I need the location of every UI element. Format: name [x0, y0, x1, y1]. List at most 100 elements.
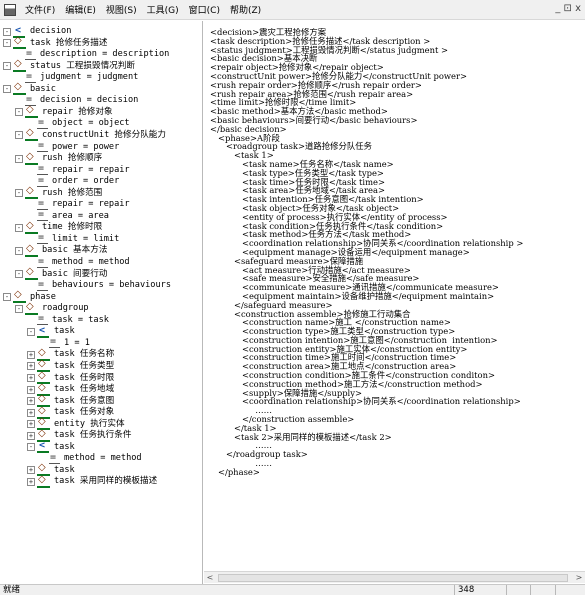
status-text: 就绪	[3, 585, 21, 595]
xml-line[interactable]: ……	[210, 459, 582, 468]
tree-node[interactable]: - basic 间要行动	[15, 266, 108, 281]
element-icon	[37, 428, 51, 442]
xml-text-view[interactable]: <decision>震灾工程抢修方案 <task description>抢修任务…	[204, 21, 585, 584]
menu-file[interactable]: 文件(F)	[20, 3, 60, 16]
tree-node-label: rush 抢修顺序	[42, 153, 103, 164]
xml-tree-view[interactable]: - decision - task 抢修任务描述description = descr…	[0, 21, 203, 584]
tree-node-label: task 抢修任务描述	[30, 37, 108, 48]
tree-node[interactable]: method = method	[39, 452, 142, 464]
tree-node[interactable]: - task 抢修任务描述	[3, 35, 108, 50]
scroll-right-arrow-icon[interactable]: >	[573, 572, 585, 584]
collapse-icon[interactable]: -	[3, 39, 11, 48]
tree-node[interactable]: - time 抢修时限	[15, 220, 102, 234]
tree-node[interactable]: power = power	[27, 140, 119, 153]
horizontal-scrollbar[interactable]: < >	[204, 571, 585, 583]
attribute-icon	[37, 279, 49, 291]
collapse-icon[interactable]: -	[15, 270, 23, 279]
collapse-icon[interactable]: -	[3, 85, 11, 94]
attribute-icon	[37, 117, 49, 129]
collapse-icon[interactable]: -	[15, 246, 23, 255]
tree-node-label: basic	[30, 83, 56, 94]
tree-node-label: method = method	[64, 453, 142, 464]
collapse-icon[interactable]: -	[15, 223, 23, 232]
xml-line[interactable]: </phase>	[210, 468, 582, 477]
collapse-icon[interactable]: -	[3, 62, 11, 71]
tree-node-label: basic 间要行动	[42, 268, 108, 279]
tree-node-label: decision = decision	[40, 95, 139, 106]
expand-icon[interactable]: +	[27, 397, 35, 406]
expand-icon[interactable]: +	[27, 477, 35, 486]
tree-node[interactable]: - basic 基本方法	[15, 243, 107, 257]
tree-node-label: limit = limit	[52, 233, 120, 244]
menu-tools[interactable]: 工具(G)	[142, 3, 184, 16]
collapse-icon[interactable]: -	[3, 27, 11, 36]
expand-icon[interactable]: +	[27, 408, 35, 417]
expand-icon[interactable]: +	[27, 385, 35, 394]
tree-node[interactable]: method = method	[27, 256, 130, 268]
collapse-icon[interactable]: -	[15, 108, 23, 117]
collapse-icon[interactable]: -	[15, 189, 23, 198]
tree-node-label: task 任务执行条件	[54, 430, 132, 441]
element-icon	[13, 81, 27, 96]
expand-icon[interactable]: +	[27, 431, 35, 440]
tree-node[interactable]: description = description	[15, 48, 170, 60]
menu-window[interactable]: 窗口(C)	[184, 3, 225, 16]
collapse-icon[interactable]: -	[15, 304, 23, 313]
tree-node[interactable]: 1 = 1	[39, 336, 90, 349]
scroll-left-arrow-icon[interactable]: <	[204, 572, 216, 584]
tree-node[interactable]: order = order	[27, 175, 119, 187]
tree-node[interactable]: - rush 抢修顺序	[15, 151, 103, 165]
element-icon	[25, 301, 39, 315]
tree-node[interactable]: + task	[27, 462, 75, 477]
tree-node-label: task = task	[52, 314, 109, 325]
attribute-icon	[37, 232, 49, 245]
tree-node[interactable]: + task 采用同样的模板描述	[27, 474, 157, 488]
tree-node-label: description = description	[40, 49, 170, 60]
attribute-icon	[37, 163, 49, 176]
tree-node-label: behaviours = behaviours	[52, 280, 171, 291]
tree-node[interactable]: - rush 抢修范围	[15, 185, 102, 200]
element-icon	[25, 266, 39, 281]
scrollbar-thumb[interactable]	[218, 574, 568, 582]
expand-icon[interactable]: +	[27, 350, 35, 359]
element-icon	[13, 289, 27, 304]
expand-icon[interactable]: +	[27, 374, 35, 382]
status-divider	[454, 585, 455, 595]
tree-node-label: task 任务类型	[54, 360, 115, 371]
expand-icon[interactable]: +	[27, 466, 35, 475]
element-icon	[25, 127, 39, 142]
element-icon	[25, 151, 39, 165]
tree-node[interactable]: - status 工程损毁情况判断	[3, 58, 135, 73]
collapse-icon[interactable]: -	[3, 293, 11, 302]
collapse-icon[interactable]: -	[27, 327, 35, 336]
attribute-icon	[37, 256, 49, 268]
tree-node[interactable]: area = area	[27, 209, 109, 222]
tree-node-label: task	[54, 464, 75, 475]
menu-edit[interactable]: 编辑(E)	[60, 3, 101, 16]
menu-view[interactable]: 视图(S)	[101, 3, 142, 16]
attribute-icon	[37, 209, 49, 222]
xml-text-area[interactable]: <decision>震灾工程抢修方案 <task description>抢修任务…	[210, 28, 582, 584]
expand-icon[interactable]: +	[27, 362, 35, 371]
menu-bar: 文件(F) 编辑(E) 视图(S) 工具(G) 窗口(C) 帮助(Z) _ ⊡ …	[0, 0, 585, 20]
status-divider	[530, 585, 531, 595]
tree-node[interactable]: object = object	[27, 117, 130, 129]
menu-help[interactable]: 帮助(Z)	[225, 3, 266, 16]
collapse-icon[interactable]: -	[27, 443, 35, 452]
tree-node[interactable]: - roadgroup	[15, 301, 89, 315]
expand-icon[interactable]: +	[27, 420, 35, 429]
window-controls[interactable]: _ ⊡ x	[555, 3, 581, 14]
tree-node-label: area = area	[52, 210, 109, 221]
tree-node[interactable]: - repair 抢修对象	[15, 104, 113, 119]
tree-node-label: constructUnit 抢修分队能力	[42, 129, 166, 140]
tree-node-label: repair = repair	[52, 199, 130, 210]
attribute-icon	[49, 452, 61, 464]
collapse-icon[interactable]: -	[15, 154, 23, 163]
tree-node-label: task	[54, 441, 75, 452]
attribute-icon	[25, 48, 37, 60]
collapse-icon[interactable]: -	[15, 131, 23, 140]
tree-node[interactable]: behaviours = behaviours	[27, 279, 171, 291]
tree-node[interactable]: limit = limit	[27, 232, 120, 245]
tree-node[interactable]: judgment = judgment	[15, 71, 138, 83]
declaration-icon	[37, 440, 51, 454]
